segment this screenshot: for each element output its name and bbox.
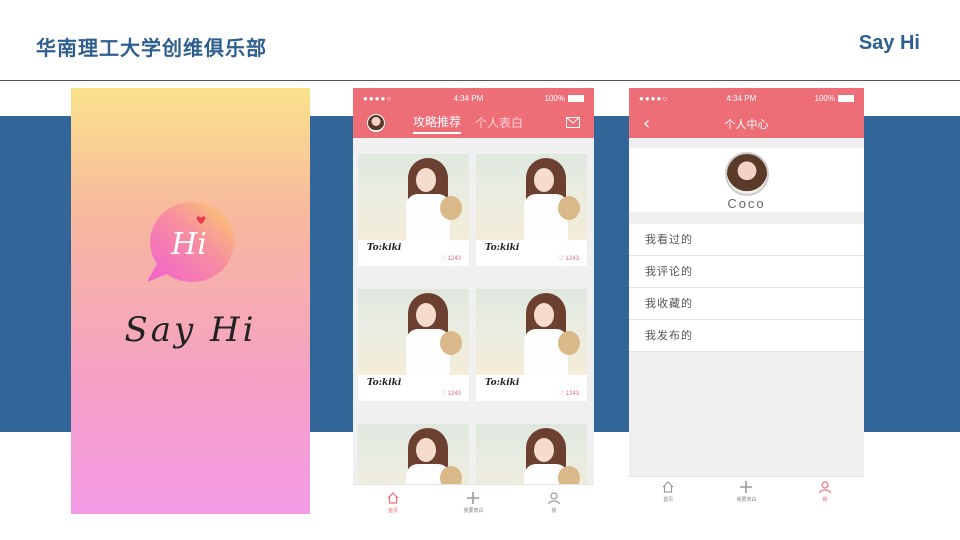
bottom-tabbar: 首页 我要表白 我: [629, 476, 864, 506]
signal-indicator: ●●●●○: [363, 93, 393, 103]
battery-text: 100%: [544, 93, 565, 103]
card-likes[interactable]: ♡ 1243: [559, 255, 579, 262]
feed-screen: ●●●●○ 4:34 PM 100% 攻略推荐 个人表白 To:kiki ♡ 1…: [353, 88, 594, 520]
avatar[interactable]: [367, 114, 385, 132]
tabbar-confess[interactable]: 我要表白: [433, 485, 513, 520]
feed-card[interactable]: To:kiki ♡ 1243: [358, 154, 469, 266]
avatar[interactable]: [724, 152, 769, 196]
card-recipient: To:kiki: [367, 378, 402, 388]
menu-item-commented[interactable]: 我评论的: [629, 256, 864, 288]
card-photo: [476, 154, 587, 240]
mail-icon[interactable]: [566, 117, 580, 128]
status-bar: ●●●●○ 4:34 PM 100%: [353, 88, 594, 108]
battery-text: 100%: [814, 93, 835, 103]
home-icon: [662, 481, 674, 493]
tabbar-home[interactable]: 首页: [629, 477, 707, 506]
menu-item-favorited[interactable]: 我收藏的: [629, 288, 864, 320]
tabbar-me[interactable]: 我: [786, 477, 864, 506]
menu-item-published[interactable]: 我发布的: [629, 320, 864, 352]
card-likes[interactable]: ♡ 1243: [559, 390, 579, 397]
user-icon: [818, 481, 831, 494]
tab-recommend[interactable]: 攻略推荐: [413, 113, 462, 134]
username: Coco: [727, 196, 766, 211]
slide-brand: Say Hi: [858, 32, 920, 54]
slide: 华南理工大学创维俱乐部 Say Hi Hi Say Hi ●●●●○ 4:34 …: [0, 0, 960, 540]
home-icon: [387, 492, 399, 504]
card-grid: To:kiki ♡ 1243 To:kiki ♡ 1243 To:kiki ♡ …: [358, 154, 589, 520]
status-time: 4:34 PM: [453, 93, 484, 103]
tab-confession[interactable]: 个人表白: [475, 114, 523, 133]
tabbar-home-label: 首页: [388, 508, 399, 514]
tabbar-home-label: 首页: [663, 497, 674, 503]
page-title: 个人中心: [724, 118, 769, 131]
tabbar-home[interactable]: 首页: [353, 485, 433, 520]
feed-header: ●●●●○ 4:34 PM 100% 攻略推荐 个人表白: [353, 88, 594, 138]
card-recipient: To:kiki: [367, 243, 402, 253]
bottom-tabbar: 首页 我要表白 我: [353, 484, 594, 520]
battery-indicator: 100%: [545, 94, 584, 103]
profile-card: Coco: [629, 148, 864, 212]
card-likes[interactable]: ♡ 1243: [441, 255, 461, 262]
user-icon: [547, 492, 560, 505]
slide-title: 华南理工大学创维俱乐部: [36, 36, 267, 60]
profile-nav: ‹ 个人中心: [629, 108, 864, 138]
card-recipient: To:kiki: [485, 243, 520, 253]
tabbar-confess-label: 我要表白: [463, 508, 484, 514]
profile-menu: 我看过的 我评论的 我收藏的 我发布的: [629, 224, 864, 352]
hi-logo-icon: Hi: [147, 201, 235, 282]
status-time: 4:34 PM: [726, 93, 757, 103]
status-bar: ●●●●○ 4:34 PM 100%: [629, 88, 864, 108]
tabbar-me-label: 我: [551, 508, 557, 514]
feed-card[interactable]: To:kiki ♡ 1243: [358, 289, 469, 401]
logo-text: Hi: [170, 227, 207, 262]
splash-screen: Hi Say Hi: [71, 88, 310, 514]
feed-card[interactable]: To:kiki ♡ 1243: [476, 289, 587, 401]
card-photo: [358, 154, 469, 240]
card-likes[interactable]: ♡ 1243: [441, 390, 461, 397]
battery-indicator: 100%: [815, 94, 854, 103]
tabbar-confess-label: 我要表白: [736, 497, 757, 503]
tabbar-confess[interactable]: 我要表白: [707, 477, 785, 506]
menu-item-viewed[interactable]: 我看过的: [629, 224, 864, 256]
splash-tagline: Say Hi: [124, 310, 257, 350]
plus-icon: [740, 481, 753, 493]
plus-icon: [467, 492, 480, 504]
card-recipient: To:kiki: [485, 378, 520, 388]
tabbar-me-label: 我: [822, 497, 828, 503]
tabbar-me[interactable]: 我: [514, 485, 594, 520]
feed-nav: 攻略推荐 个人表白: [353, 108, 594, 138]
profile-header: ●●●●○ 4:34 PM 100% ‹ 个人中心: [629, 88, 864, 138]
feed-card[interactable]: To:kiki ♡ 1243: [476, 154, 587, 266]
header-divider: [0, 80, 960, 81]
card-photo: [358, 289, 469, 375]
signal-indicator: ●●●●○: [639, 93, 669, 103]
profile-screen: ●●●●○ 4:34 PM 100% ‹ 个人中心 Coco 我看过的 我评论的…: [629, 88, 864, 506]
card-photo: [476, 289, 587, 375]
